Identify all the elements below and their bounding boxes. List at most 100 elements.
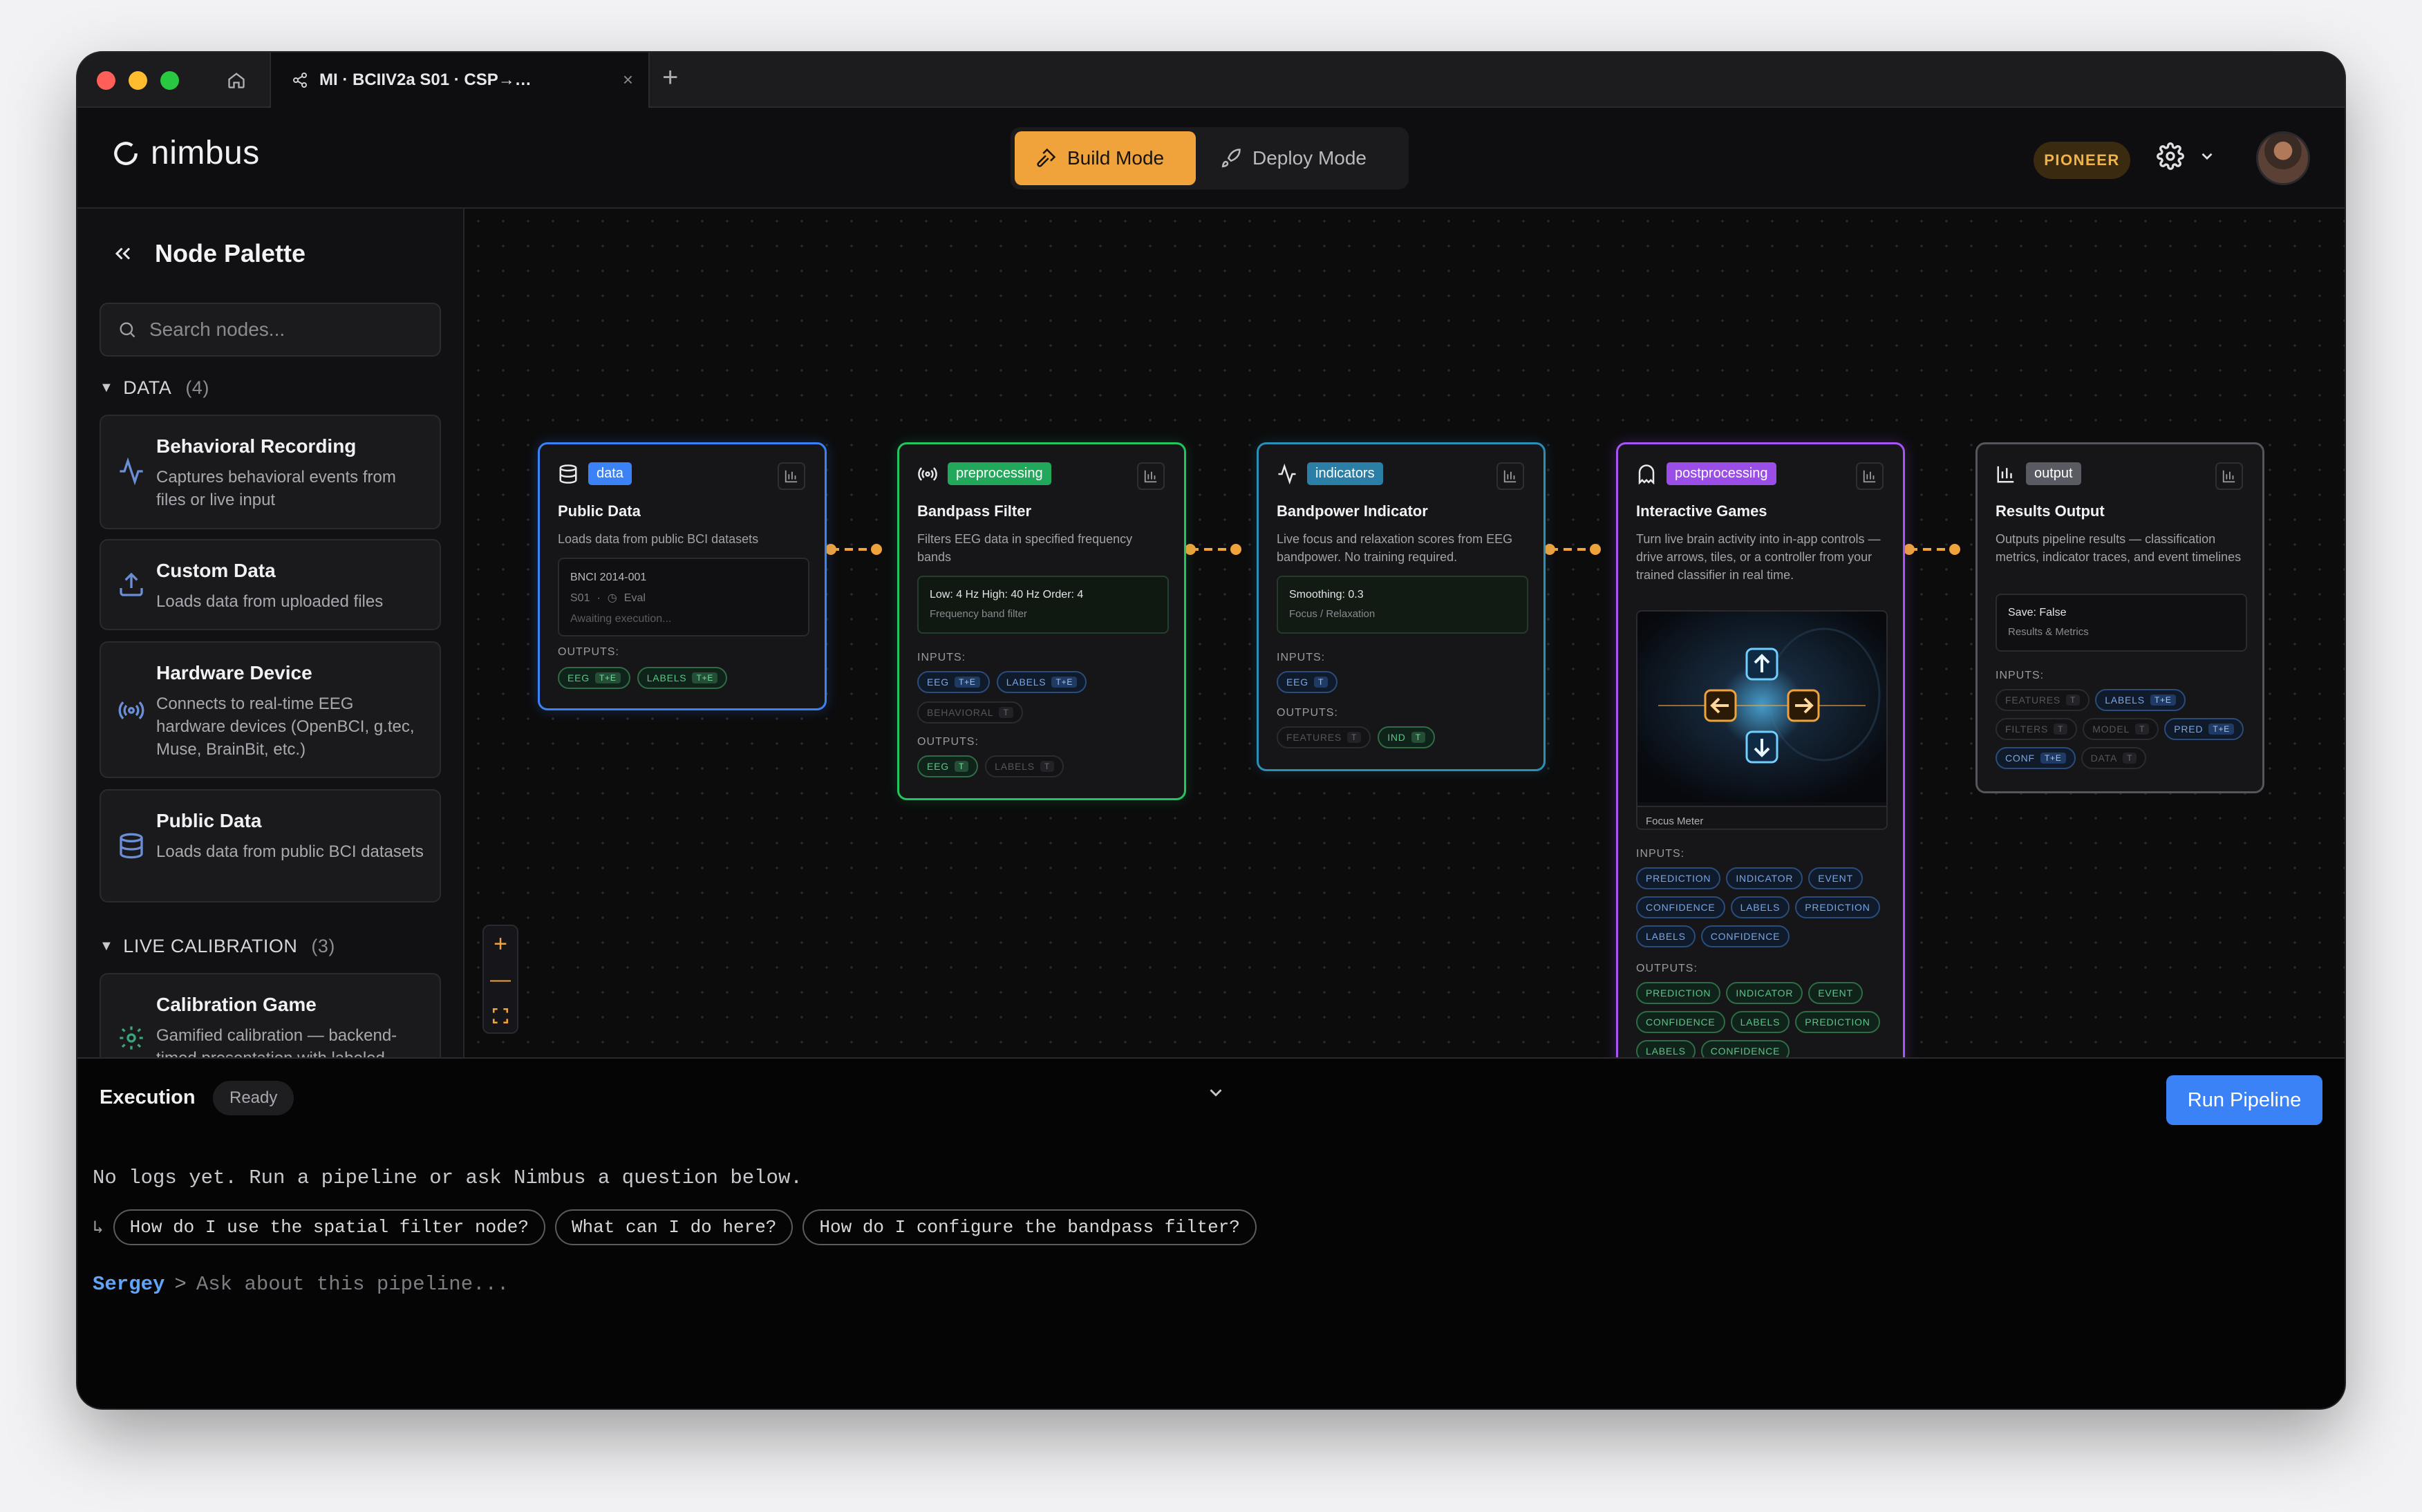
port-chip[interactable]: CONFIDENCE: [1636, 1011, 1725, 1033]
port-chip[interactable]: PREDICTION: [1636, 982, 1721, 1004]
port-chip[interactable]: EEG T+E: [558, 667, 630, 689]
port-chip[interactable]: LABELS T+E: [637, 667, 728, 689]
node-results-output[interactable]: output Results Output Outputs pipeline r…: [1975, 442, 2264, 793]
outputs-label: OUTPUTS:: [1277, 707, 1338, 719]
node-title: Bandpass Filter: [917, 502, 1032, 520]
port-chip[interactable]: PREDICTION: [1795, 896, 1880, 918]
palette-item-custom-data[interactable]: Custom Data Loads data from uploaded fil…: [100, 539, 441, 630]
port-chip[interactable]: EEG T+E: [917, 671, 990, 693]
user-avatar[interactable]: [2256, 131, 2310, 185]
node-config-box[interactable]: Smoothing: 0.3 Focus / Relaxation: [1277, 576, 1528, 634]
game-preview[interactable]: Focus Meter: [1636, 610, 1888, 830]
new-tab-button[interactable]: +: [662, 62, 678, 93]
filter-caption: Frequency band filter: [930, 608, 1027, 620]
node-config-box[interactable]: Low: 4 Hz High: 40 Hz Order: 4 Frequency…: [917, 576, 1169, 634]
port-chip[interactable]: PRED T+E: [2164, 718, 2244, 740]
palette-item-hardware-device[interactable]: Hardware Device Connects to real-time EE…: [100, 641, 441, 778]
node-stats-button[interactable]: [1496, 462, 1524, 490]
port-chip[interactable]: LABELS T+E: [2095, 689, 2186, 711]
search-icon: [120, 322, 135, 338]
node-stats-button[interactable]: [778, 462, 805, 490]
search-input[interactable]: [149, 319, 412, 341]
broadcast-icon: [918, 466, 937, 481]
port-chip[interactable]: CONFIDENCE: [1700, 925, 1790, 947]
port-chip[interactable]: EEG T: [917, 755, 979, 777]
run-pipeline-button[interactable]: Run Pipeline: [2166, 1075, 2322, 1125]
node-config-box[interactable]: BNCI 2014-001 S01 · ◷ Eval Awaiting executi…: [558, 558, 809, 636]
port-chip[interactable]: BEHAVIORAL T: [917, 701, 1023, 724]
node-stats-button[interactable]: [2215, 462, 2243, 490]
port-chip[interactable]: EVENT: [1808, 982, 1863, 1004]
section-live-calibration-toggle[interactable]: ▼ LIVE CALIBRATION (3): [100, 936, 335, 957]
minimize-window-button[interactable]: [129, 71, 147, 90]
port-chip[interactable]: INDICATOR: [1726, 982, 1803, 1004]
port-chip[interactable]: CONF T+E: [1996, 747, 2076, 769]
port-tag: T: [2123, 753, 2137, 764]
settings-menu-button[interactable]: [2157, 142, 2216, 170]
section-data-toggle[interactable]: ▼ DATA (4): [100, 377, 209, 399]
active-tab[interactable]: MI · BCIIV2a S01 · CSP→… ×: [270, 53, 650, 108]
fit-view-button[interactable]: [484, 998, 517, 1034]
port-chip[interactable]: LABELS: [1730, 1011, 1790, 1033]
palette-item-calibration-game[interactable]: Calibration Game Gamified calibration — …: [100, 973, 441, 1057]
node-bandpass-filter[interactable]: preprocessing Bandpass Filter Filters EE…: [897, 442, 1186, 800]
port-chip[interactable]: LABELS T+E: [996, 671, 1087, 693]
port-chip[interactable]: MODEL T: [2083, 718, 2159, 740]
node-config-box[interactable]: Save: False Results & Metrics: [1996, 594, 2247, 652]
app-logo[interactable]: nimbus: [111, 134, 260, 172]
suggestion-chip[interactable]: How do I configure the bandpass filter?: [802, 1209, 1257, 1245]
bar-chart-icon: [785, 470, 798, 483]
port-tag: T: [2135, 724, 2150, 735]
node-public-data[interactable]: data Public Data Loads data from public …: [538, 442, 827, 710]
input-ports: EEG T+E LABELS T+E BEHAVIORAL T: [917, 671, 1180, 724]
maximize-window-button[interactable]: [160, 71, 179, 90]
node-bandpower-indicator[interactable]: indicators Bandpower Indicator Live focu…: [1257, 442, 1546, 771]
bar-chart-icon: [1144, 470, 1157, 483]
zoom-out-button[interactable]: —: [484, 962, 517, 998]
outputs-label: OUTPUTS:: [558, 646, 619, 658]
chat-input[interactable]: [196, 1273, 818, 1296]
suggestion-chip[interactable]: What can I do here?: [554, 1209, 794, 1245]
port-chip[interactable]: EVENT: [1808, 867, 1863, 889]
collapse-panel-button[interactable]: [1205, 1082, 1226, 1106]
suggestion-chip[interactable]: How do I use the spatial filter node?: [113, 1209, 545, 1245]
node-stats-button[interactable]: [1137, 462, 1165, 490]
pipeline-canvas[interactable]: data Public Data Loads data from public …: [466, 209, 2345, 1086]
build-mode-button[interactable]: Build Mode: [1015, 131, 1196, 185]
node-search-box[interactable]: [100, 303, 441, 357]
deploy-mode-button[interactable]: Deploy Mode: [1200, 131, 1387, 185]
port-chip[interactable]: LABELS: [1730, 896, 1790, 918]
port-tag: T+E: [2150, 694, 2176, 706]
port-chip[interactable]: EEG T: [1277, 671, 1338, 693]
home-tab-button[interactable]: [221, 65, 252, 95]
port-chip[interactable]: PREDICTION: [1795, 1011, 1880, 1033]
node-description: Loads data from public BCI datasets: [558, 532, 759, 546]
zoom-controls: + —: [482, 925, 518, 1034]
port-chip[interactable]: INDICATOR: [1726, 867, 1803, 889]
port-chip[interactable]: IND T: [1378, 726, 1435, 748]
node-interactive-games[interactable]: postprocessing Interactive Games Turn li…: [1616, 442, 1905, 1086]
port-chip[interactable]: LABELS T: [985, 755, 1064, 777]
port-chip[interactable]: DATA T: [2081, 747, 2147, 769]
port-chip[interactable]: CONFIDENCE: [1636, 896, 1725, 918]
port-chip[interactable]: PREDICTION: [1636, 867, 1721, 889]
port-chip[interactable]: FEATURES T: [1277, 726, 1371, 748]
bar-chart-icon: [2222, 470, 2235, 483]
node-title: Public Data: [558, 502, 641, 520]
node-stats-button[interactable]: [1856, 462, 1884, 490]
caret-down-icon: ▼: [100, 938, 114, 954]
palette-item-behavioral-recording[interactable]: Behavioral Recording Captures behavioral…: [100, 415, 441, 529]
collapse-sidebar-icon[interactable]: [111, 241, 135, 266]
node-header: preprocessing: [917, 462, 1051, 485]
palette-item-public-data[interactable]: Public Data Loads data from public BCI d…: [100, 789, 441, 903]
port-chip[interactable]: LABELS: [1636, 925, 1696, 947]
port-chip[interactable]: FILTERS T: [1996, 718, 2078, 740]
port-tag: T: [2066, 694, 2081, 706]
close-tab-icon[interactable]: ×: [623, 69, 633, 91]
close-window-button[interactable]: [97, 71, 115, 90]
port-chip[interactable]: FEATURES T: [1996, 689, 2090, 711]
zoom-in-button[interactable]: +: [484, 926, 517, 962]
port-name: PRED: [2174, 724, 2204, 735]
section-label: DATA: [123, 377, 172, 398]
port-tag: T+E: [2040, 753, 2066, 764]
